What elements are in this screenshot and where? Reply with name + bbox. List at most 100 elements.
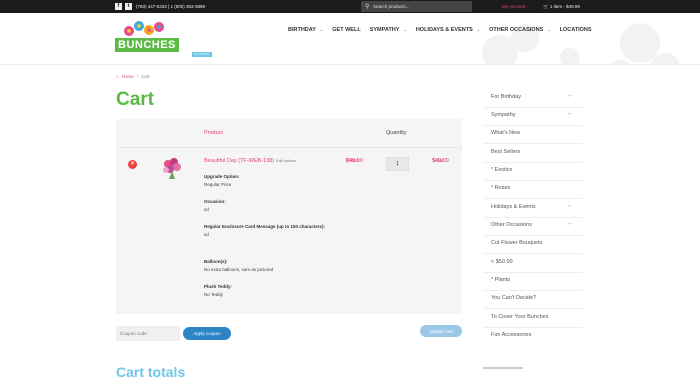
- apply-coupon-button[interactable]: Apply coupon: [183, 327, 231, 340]
- sidebar-item-holidays-events[interactable]: Holidays & Events: [491, 204, 536, 210]
- site-header: BUNCHES FLOWER CO BIRTHDAY ⌄ GET WELL SYM…: [0, 13, 700, 65]
- coupon-code-input[interactable]: [116, 326, 180, 341]
- nav-sympathy[interactable]: SYMPATHY ⌄: [370, 27, 407, 35]
- sidebar-item-under-50[interactable]: < $50.00: [491, 259, 513, 265]
- meta-card-message: Regular Enclosure Card Message (up to 15…: [204, 223, 329, 239]
- facebook-icon[interactable]: f: [115, 3, 122, 10]
- meta-key: Occasion:: [204, 199, 226, 204]
- nav-label: HOLIDAYS & EVENTS: [415, 27, 473, 33]
- sidebar-item-sympathy[interactable]: Sympathy: [491, 112, 515, 118]
- cart-totals-title: Cart totals: [116, 364, 186, 380]
- sidebar-item-cut-flower-bouquets[interactable]: Cut Flower Bouquets: [491, 240, 542, 246]
- cart-summary-link[interactable]: 🛒 1 item - $49.99: [543, 4, 580, 10]
- breadcrumb: ⌂ Home / Cart: [116, 74, 150, 79]
- cart-icon: 🛒: [543, 4, 549, 9]
- search-input[interactable]: [373, 2, 468, 11]
- meta-key: Regular Enclosure Card Message (up to 15…: [204, 224, 326, 229]
- sidebar-divider: [483, 290, 583, 291]
- twitter-icon[interactable]: t: [125, 3, 132, 10]
- nav-label: LOCATIONS: [559, 27, 592, 33]
- logo-subtitle: FLOWER CO: [192, 52, 212, 61]
- meta-key: Upgrade Option:: [204, 174, 240, 179]
- nav-label: OTHER OCCASIONS: [489, 27, 544, 33]
- breadcrumb-separator: /: [136, 74, 138, 79]
- home-icon[interactable]: ⌂: [116, 74, 119, 79]
- nav-label: SYMPATHY: [369, 27, 400, 33]
- site-logo[interactable]: BUNCHES FLOWER CO: [115, 20, 212, 61]
- sidebar-item-plants[interactable]: * Plants: [491, 277, 510, 283]
- product-name-text: Beautiful Day (TF-WEB-138): [204, 158, 274, 164]
- sidebar-item-to-cover-your-bunches[interactable]: To Cover Your Bunches: [491, 314, 548, 320]
- sidebar-divider: [483, 107, 583, 108]
- social-links: f t: [115, 3, 132, 10]
- expand-icon[interactable]: +: [568, 112, 572, 118]
- nav-other-occasions[interactable]: OTHER OCCASIONS ⌄: [489, 27, 550, 35]
- search-box[interactable]: ⚲: [361, 1, 472, 12]
- sidebar-item-whats-new[interactable]: What's New: [491, 130, 520, 136]
- meta-upgrade-option: Upgrade Option: Regular Price: [204, 173, 329, 189]
- meta-occasion: Occasion: sd: [204, 198, 329, 214]
- sidebar-divider: [483, 253, 583, 254]
- sidebar-divider: [483, 217, 583, 218]
- search-icon[interactable]: ⚲: [365, 3, 369, 10]
- breadcrumb-home[interactable]: Home: [122, 74, 134, 79]
- breadcrumb-current: Cart: [141, 74, 150, 79]
- nav-holidays-events[interactable]: HOLIDAYS & EVENTS ⌄: [416, 27, 480, 35]
- sidebar-item-exotics[interactable]: * Exotics: [491, 167, 512, 173]
- edit-options-link[interactable]: Edit options: [276, 159, 296, 163]
- item-price: $49.99: [346, 158, 363, 164]
- sidebar-item-for-birthday[interactable]: For Birthday: [491, 94, 521, 100]
- update-cart-button[interactable]: Update cart: [420, 325, 462, 337]
- header-quantity: Quantity: [386, 130, 407, 136]
- quantity-input[interactable]: 1: [386, 157, 409, 171]
- nav-locations[interactable]: LOCATIONS: [560, 27, 592, 35]
- expand-icon[interactable]: +: [568, 94, 572, 100]
- sidebar-divider: [483, 180, 583, 181]
- sidebar-item-other-occasions[interactable]: Other Occasions: [491, 222, 532, 228]
- meta-key: Plush Teddy:: [204, 284, 232, 289]
- meta-value: No extra balloons, sam as pictured: [204, 267, 274, 272]
- sidebar-divider: [483, 308, 583, 309]
- nav-label: BIRTHDAY: [288, 27, 316, 33]
- sidebar-item-you-cant-decide[interactable]: You Can't Decide?: [491, 295, 536, 301]
- meta-value: No Teddy: [204, 292, 223, 297]
- expand-icon[interactable]: +: [568, 204, 572, 210]
- main-nav: BIRTHDAY ⌄ GET WELL SYMPATHY ⌄ HOLIDAYS & …: [288, 27, 601, 35]
- meta-value: Regular Price: [204, 182, 232, 187]
- row-divider: [116, 147, 462, 148]
- sidebar-item-fun-accessories[interactable]: Fun Accessories: [491, 332, 531, 338]
- nav-birthday[interactable]: BIRTHDAY ⌄: [288, 27, 323, 35]
- sidebar-divider: [483, 162, 583, 163]
- sidebar-item-roses[interactable]: * Roses: [491, 185, 510, 191]
- cart-summary-text: 1 item - $49.99: [549, 4, 580, 9]
- phone-numbers: (760) 447-5333 | 1 (800) 363-3898: [136, 4, 205, 9]
- product-thumbnail[interactable]: [160, 156, 184, 180]
- meta-plush-teddy: Plush Teddy: No Teddy: [204, 283, 329, 299]
- chevron-down-icon: ⌄: [319, 27, 324, 32]
- logo-wordmark: BUNCHES: [115, 38, 179, 52]
- nav-get-well[interactable]: GET WELL: [332, 27, 360, 35]
- header-product: Product: [204, 130, 223, 136]
- sidebar-divider: [483, 272, 583, 273]
- my-account-link[interactable]: My Account: [502, 4, 525, 9]
- page-title: Cart: [116, 89, 155, 110]
- meta-value: sd: [204, 232, 209, 237]
- flowers-logo-icon: [124, 21, 164, 36]
- nav-label: GET WELL: [332, 27, 361, 33]
- sidebar-divider: [483, 125, 583, 126]
- sidebar-item-best-sellers[interactable]: Best Sellers: [491, 149, 520, 155]
- sidebar-divider: [483, 235, 583, 236]
- remove-item-icon[interactable]: ×: [128, 160, 137, 169]
- product-name-link[interactable]: Beautiful Day (TF-WEB-138) Edit options: [204, 158, 296, 164]
- sidebar-divider: [483, 327, 583, 328]
- meta-key: Balloon(s):: [204, 259, 228, 264]
- expand-icon[interactable]: +: [568, 222, 572, 228]
- meta-balloons: Balloon(s): No extra balloons, sam as pi…: [204, 258, 329, 274]
- top-bar: f t (760) 447-5333 | 1 (800) 363-3898 ⚲ …: [0, 0, 700, 13]
- item-total: $49.99: [432, 158, 449, 164]
- chevron-down-icon: ⌄: [547, 27, 551, 32]
- chevron-down-icon: ⌄: [403, 27, 407, 32]
- chevron-down-icon: ⌄: [476, 27, 481, 32]
- cart-table: Product Price Quantity Total × Beautiful…: [116, 119, 462, 314]
- sidebar-divider: [483, 198, 583, 199]
